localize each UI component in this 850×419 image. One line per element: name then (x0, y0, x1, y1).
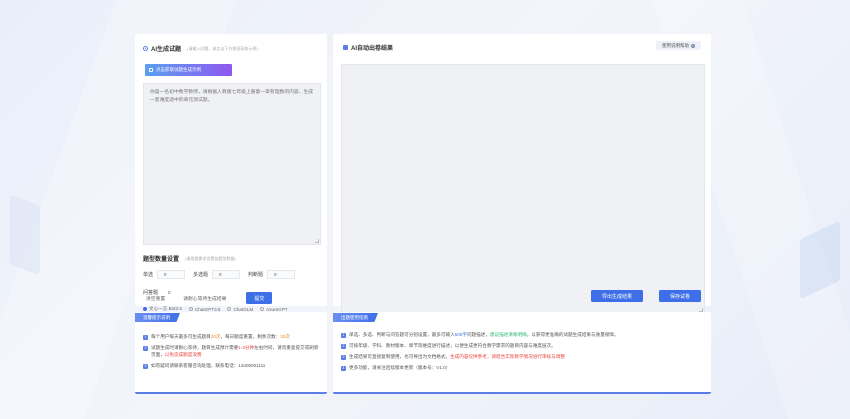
guide-item-text: 生成结果可直接复制使用，也可导出为文档格式，生成内容仅供参考，请结合实际教学情况… (349, 354, 565, 359)
guide-item-text: 单选、多选、判断与问答题可分别设置，最多可输入500字问题描述，建议描述清晰明确… (349, 332, 619, 337)
guide-item: 4 更多功能，请关注后续版本更新（版本号：V1.0） (341, 365, 705, 372)
model-label: ChatGLM (233, 306, 254, 312)
left-panel-header: AI生成试题 (请输入问题，或点击下方按钮获取示例) (143, 44, 258, 53)
notice-item: 1 每个用户每天最多可生成题目20次，每日额度重置，剩余次数：20次 (143, 334, 321, 341)
notice-panel: 温馨提示说明 1 每个用户每天最多可生成题目20次，每日额度重置，剩余次数：20次… (135, 312, 327, 394)
result-textarea[interactable] (341, 64, 705, 314)
radio-dot-icon (260, 307, 265, 311)
target-icon (143, 46, 148, 51)
notice-item: 3 如有疑问请联系客服咨询处理，联系电话：13400001111 (143, 363, 321, 370)
result-title: AI自动出卷结果 (351, 46, 394, 52)
number-badge: 4 (341, 366, 346, 371)
resize-handle[interactable] (315, 239, 319, 243)
model-label: AzureGPT (266, 306, 288, 312)
notice-item-text: 试题生成时请耐心等待，题目生成预计需要1-3分钟左右时间，请勿重复提交或刷新页面… (151, 345, 319, 357)
guide-item: 1 单选、多选、判断与问答题可分别设置，最多可输入500字问题描述，建议描述清晰明… (341, 332, 705, 339)
question-icon: ? (691, 43, 695, 48)
number-badge: 3 (143, 363, 148, 369)
number-badge: 1 (341, 333, 346, 338)
help-button[interactable]: 使用说明帮助 ? (656, 41, 701, 50)
true-false-label: 判断题 (248, 272, 264, 278)
single-choice-input[interactable]: 0 (157, 270, 186, 279)
notice-item-text: 如有疑问请联系客服咨询处理，联系电话：13400001111 (151, 362, 266, 368)
count-title: 题型数量设置 (143, 257, 180, 263)
notice-list: 1 每个用户每天最多可生成题目20次，每日额度重置，剩余次数：20次 2 试题生成时请… (143, 334, 321, 374)
guide-tag: 出题使用指南 (333, 313, 378, 322)
guide-item: 3 生成结果可直接复制使用，也可导出为文档格式，生成内容仅供参考，请结合实际教学情… (341, 354, 705, 361)
number-badge: 2 (143, 346, 148, 351)
number-badge: 2 (341, 344, 346, 349)
question-text: 你是一名初中数学教师，请根据人教版七年级上册第一章有理数的内容，生成一套难度适中… (150, 90, 314, 103)
result-panel: AI自动出卷结果 使用说明帮助 ? 默认生成结果可直接复制使用 导出生成结果 保… (333, 34, 711, 322)
guide-item-text: 更多功能，请关注后续版本更新（版本号：V1.0） (349, 365, 451, 370)
count-settings-header: 题型数量设置 (请根据需求设置各题型数量) (143, 254, 236, 264)
export-button[interactable]: 导出生成结果 (591, 290, 643, 302)
number-badge: 1 (143, 335, 148, 340)
guide-list: 1 单选、多选、判断与问答题可分别设置，最多可输入500字问题描述，建议描述清晰明… (341, 332, 705, 376)
radio-dot-icon (143, 307, 147, 311)
submit-button[interactable]: 提交 (246, 292, 273, 304)
panel-title: AI生成试题 (151, 47, 182, 53)
result-actions: 导出生成结果 保存试卷 (591, 290, 701, 302)
count-subtitle: (请根据需求设置各题型数量) (185, 255, 236, 261)
multi-choice-label: 多选题 (193, 272, 209, 278)
question-input-panel: AI生成试题 (请输入问题，或点击下方按钮获取示例) 点击获取试题生成示例 你是… (135, 34, 327, 312)
radio-dot-icon (227, 307, 232, 311)
multi-choice-input[interactable]: 0 (212, 270, 241, 279)
get-example-button[interactable]: 点击获取试题生成示例 (145, 64, 232, 76)
guide-item-text: 可按年级、学科、教材版本、章节等维度进行描述，以便生成更符合教学需求的题目内容与… (349, 343, 556, 348)
model-label: ChatGPT3.5 (194, 306, 221, 312)
radio-dot-icon (188, 307, 193, 311)
document-icon (149, 68, 153, 72)
notice-item-text: 每个用户每天最多可生成题目20次，每日额度重置，剩余次数：20次 (151, 334, 290, 339)
get-example-label: 点击获取试题生成示例 (156, 67, 201, 72)
left-actions: 清空重置 请耐心等待生成结果 提交 (146, 292, 273, 304)
guide-panel: 出题使用指南 1 单选、多选、判断与问答题可分别设置，最多可输入500字问题描述，… (333, 312, 711, 394)
guide-item: 2 可按年级、学科、教材版本、章节等维度进行描述，以便生成更符合教学需求的题目内容… (341, 343, 705, 350)
help-label: 使用说明帮助 (662, 42, 689, 48)
document-icon (343, 45, 348, 50)
background-decoration (10, 194, 40, 276)
number-badge: 3 (341, 355, 346, 360)
reset-button[interactable]: 清空重置 (146, 295, 165, 302)
single-choice-label: 单选 (143, 272, 154, 278)
question-textarea[interactable]: 你是一名初中数学教师，请根据人教版七年级上册第一章有理数的内容，生成一套难度适中… (143, 83, 321, 245)
count-row-1: 单选 0 多选题 0 判断题 0 (143, 270, 303, 279)
panel-subtitle: (请输入问题，或点击下方按钮获取示例) (187, 45, 258, 51)
notice-tag: 温馨提示说明 (135, 313, 180, 322)
notice-item: 2 试题生成时请耐心等待，题目生成预计需要1-3分钟左右时间，请勿重复提交或刷新页… (143, 345, 321, 358)
wait-tip: 请耐心等待生成结果 (183, 296, 227, 302)
right-panel-header: AI自动出卷结果 (343, 43, 393, 52)
save-button[interactable]: 保存试卷 (659, 290, 701, 302)
true-false-input[interactable]: 0 (267, 270, 296, 279)
